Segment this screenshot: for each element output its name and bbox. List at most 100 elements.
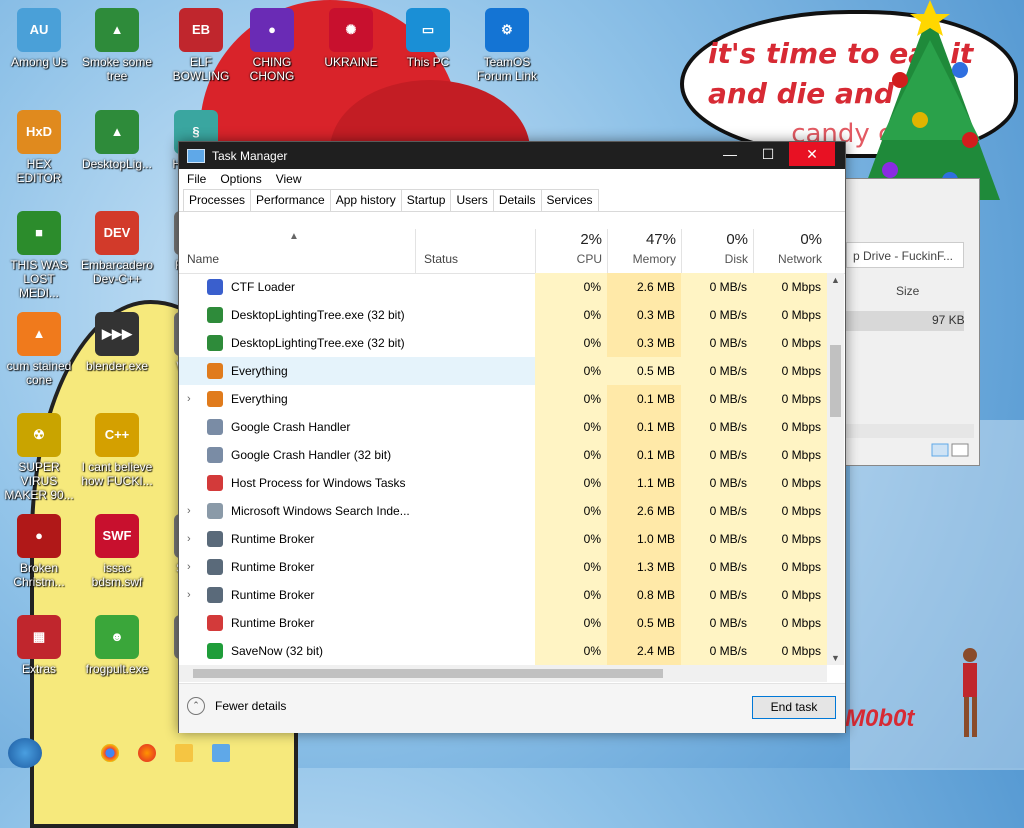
desktop-icon[interactable]: SWF issac bdsm.swf bbox=[81, 514, 153, 589]
firefox-icon[interactable] bbox=[138, 744, 156, 762]
scroll-up-icon[interactable]: ▲ bbox=[831, 275, 840, 285]
vertical-scrollbar[interactable]: ▲ ▼ bbox=[827, 273, 844, 665]
desktop-icon[interactable]: ▲ Smoke some tree bbox=[81, 8, 153, 83]
table-row[interactable]: › Everything 0% 0.1 MB 0 MB/s 0 Mbps bbox=[179, 385, 827, 413]
table-row[interactable]: › Microsoft Windows Search Inde... 0% 2.6 M… bbox=[179, 497, 827, 525]
table-row[interactable]: › Runtime Broker 0% 0.8 MB 0 MB/s 0 Mbps bbox=[179, 581, 827, 609]
memory-value: 1.0 MB bbox=[607, 525, 681, 553]
magnifier-icon bbox=[207, 363, 223, 379]
gift-icon: ▦ bbox=[17, 615, 61, 659]
desktop-icon[interactable]: ⚙ TeamOS Forum Link bbox=[471, 8, 543, 83]
table-row[interactable]: Google Crash Handler 0% 0.1 MB 0 MB/s 0 Mbps bbox=[179, 413, 827, 441]
task-manager-taskbar-icon[interactable] bbox=[212, 744, 230, 762]
table-row[interactable]: › Runtime Broker 0% 1.3 MB 0 MB/s 0 Mbps bbox=[179, 553, 827, 581]
desktop-icon[interactable]: ▭ This PC bbox=[392, 8, 464, 69]
desktop-icon-label: CHING CHONG bbox=[249, 55, 295, 83]
table-row[interactable]: DesktopLightingTree.exe (32 bit) 0% 0.3 MB… bbox=[179, 329, 827, 357]
file-explorer-icon[interactable] bbox=[175, 744, 193, 762]
end-task-button[interactable]: End task bbox=[752, 696, 836, 719]
among-us-icon: AU bbox=[17, 8, 61, 52]
tab-services[interactable]: Services bbox=[540, 189, 599, 211]
desktop-icon[interactable]: AU Among Us bbox=[3, 8, 75, 69]
chrome-icon[interactable] bbox=[101, 744, 119, 762]
network-value: 0 Mbps bbox=[753, 413, 827, 441]
desktop-icon[interactable]: ▲ cum stained cone bbox=[3, 312, 75, 387]
close-button[interactable]: ✕ bbox=[789, 142, 835, 166]
footer: ⌃ Fewer details End task bbox=[179, 683, 845, 733]
column-status[interactable]: Status bbox=[415, 229, 535, 273]
desktop-icon[interactable]: ● CHING CHONG bbox=[236, 8, 308, 83]
desktop-icon[interactable]: ▦ Extras bbox=[3, 615, 75, 676]
desktop-icon[interactable]: ☢ SUPER VIRUS MAKER 90... bbox=[3, 413, 75, 502]
table-row[interactable]: Host Process for Windows Tasks 0% 1.1 MB 0 … bbox=[179, 469, 827, 497]
view-toggle-icon[interactable] bbox=[930, 442, 970, 458]
desktop-icon[interactable]: DEV Embarcadero Dev-C++ bbox=[81, 211, 153, 286]
expand-chevron-icon[interactable]: › bbox=[187, 581, 201, 609]
explorer-size-header[interactable]: Size bbox=[896, 284, 919, 298]
expand-chevron-icon[interactable]: › bbox=[187, 497, 201, 525]
menu-options[interactable]: Options bbox=[220, 172, 261, 186]
network-value: 0 Mbps bbox=[753, 301, 827, 329]
tab-startup[interactable]: Startup bbox=[400, 189, 452, 211]
tab-processes[interactable]: Processes bbox=[183, 189, 252, 211]
explorer-search-box[interactable]: p Drive - FuckinF... bbox=[846, 242, 964, 268]
table-row[interactable]: › Runtime Broker 0% 1.0 MB 0 MB/s 0 Mbps bbox=[179, 525, 827, 553]
table-row[interactable]: DesktopLightingTree.exe (32 bit) 0% 0.3 MB… bbox=[179, 301, 827, 329]
desktop-icon-label: THIS WAS LOST MEDI... bbox=[10, 258, 68, 300]
horizontal-scroll-thumb[interactable] bbox=[193, 669, 663, 678]
tab-details[interactable]: Details bbox=[492, 189, 542, 211]
maximize-button[interactable]: ☐ bbox=[749, 142, 787, 166]
table-row[interactable]: Everything 0% 0.5 MB 0 MB/s 0 Mbps bbox=[179, 357, 827, 385]
ukraine-icon: ✺ bbox=[329, 8, 373, 52]
expand-chevron-icon[interactable]: › bbox=[187, 525, 201, 553]
scroll-down-icon[interactable]: ▼ bbox=[831, 653, 840, 663]
memory-value: 0.1 MB bbox=[607, 385, 681, 413]
desktop-icon[interactable]: C++ I cant believe how FUCKI... bbox=[81, 413, 153, 488]
title-bar[interactable]: Task Manager — ☐ ✕ bbox=[179, 142, 845, 169]
chevron-up-icon: ⌃ bbox=[187, 697, 205, 715]
cube-icon: ■ bbox=[17, 211, 61, 255]
memory-value: 1.3 MB bbox=[607, 553, 681, 581]
column-memory[interactable]: 47% Memory bbox=[607, 229, 681, 273]
desktop-icon[interactable]: EB ELF BOWLING bbox=[165, 8, 237, 83]
cpu-value: 0% bbox=[535, 469, 607, 497]
desktop-icon[interactable]: ■ THIS WAS LOST MEDI... bbox=[3, 211, 75, 300]
desktop-icon[interactable]: ☻ frogpult.exe bbox=[81, 615, 153, 676]
vertical-scroll-thumb[interactable] bbox=[830, 345, 841, 417]
desktop-icon[interactable]: ▲ DesktopLig... bbox=[81, 110, 153, 171]
menu-view[interactable]: View bbox=[276, 172, 302, 186]
disk-value: 0 MB/s bbox=[681, 581, 753, 609]
dancer-figure bbox=[963, 648, 977, 737]
table-row[interactable]: Google Crash Handler (32 bit) 0% 0.1 MB 0 M… bbox=[179, 441, 827, 469]
tab-app-history[interactable]: App history bbox=[329, 189, 402, 211]
column-name[interactable]: ▲ Name bbox=[179, 229, 415, 273]
disk-value: 0 MB/s bbox=[681, 329, 753, 357]
desktop-icon-label: issac bdsm.swf bbox=[91, 561, 143, 589]
desktop-icon-label: HEX EDITOR bbox=[16, 157, 62, 185]
column-disk[interactable]: 0% Disk bbox=[681, 229, 753, 273]
minimize-button[interactable]: — bbox=[711, 142, 749, 166]
flash-icon: SWF bbox=[95, 514, 139, 558]
horizontal-scrollbar[interactable] bbox=[179, 665, 827, 682]
fewer-details-button[interactable]: ⌃ Fewer details bbox=[187, 697, 286, 715]
expand-chevron-icon[interactable]: › bbox=[187, 385, 201, 413]
column-network[interactable]: 0% Network bbox=[753, 229, 827, 273]
cone-icon: ▲ bbox=[17, 312, 61, 356]
cpu-value: 0% bbox=[535, 637, 607, 665]
column-cpu[interactable]: 2% CPU bbox=[535, 229, 607, 273]
desktop-icon[interactable]: ✺ UKRAINE bbox=[315, 8, 387, 69]
desktop-icon[interactable]: ● Broken Christm... bbox=[3, 514, 75, 589]
expand-chevron-icon[interactable]: › bbox=[187, 553, 201, 581]
tab-users[interactable]: Users bbox=[450, 189, 494, 211]
table-row[interactable]: SaveNow (32 bit) 0% 2.4 MB 0 MB/s 0 Mbps bbox=[179, 637, 827, 665]
start-button[interactable] bbox=[8, 738, 42, 768]
tab-performance[interactable]: Performance bbox=[250, 189, 331, 211]
menu-file[interactable]: File bbox=[187, 172, 206, 186]
table-row[interactable]: CTF Loader 0% 2.6 MB 0 MB/s 0 Mbps bbox=[179, 273, 827, 301]
sort-arrow-icon: ▲ bbox=[289, 231, 299, 242]
desktop-icon[interactable]: ▶▶▶ blender.exe bbox=[81, 312, 153, 373]
desktop-icon[interactable]: HxD HEX EDITOR bbox=[3, 110, 75, 185]
disk-value: 0 MB/s bbox=[681, 273, 753, 301]
table-row[interactable]: Runtime Broker 0% 0.5 MB 0 MB/s 0 Mbps bbox=[179, 609, 827, 637]
explorer-hscroll[interactable] bbox=[846, 424, 974, 438]
